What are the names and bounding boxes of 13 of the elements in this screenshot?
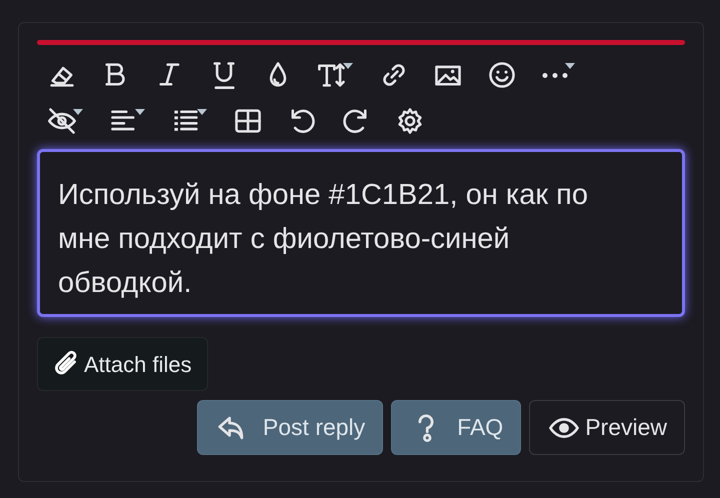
caret-icon — [343, 63, 353, 69]
message-field[interactable]: Используй на фоне #1C1B21, он как по мне подходит с фиолетово-синей обводкой. — [37, 149, 685, 317]
ellipsis-icon — [541, 72, 569, 78]
preview-button[interactable]: Preview — [529, 400, 685, 455]
eye-slash-icon — [47, 106, 77, 136]
caret-icon — [565, 63, 575, 69]
post-reply-button[interactable]: Post reply — [196, 400, 384, 455]
caret-icon — [197, 109, 207, 115]
caret-icon — [135, 109, 145, 115]
attach-files-button[interactable]: Attach files — [37, 337, 208, 391]
smiley-icon — [487, 60, 517, 90]
caret-icon — [73, 109, 83, 115]
faq-button[interactable]: FAQ — [391, 400, 522, 455]
